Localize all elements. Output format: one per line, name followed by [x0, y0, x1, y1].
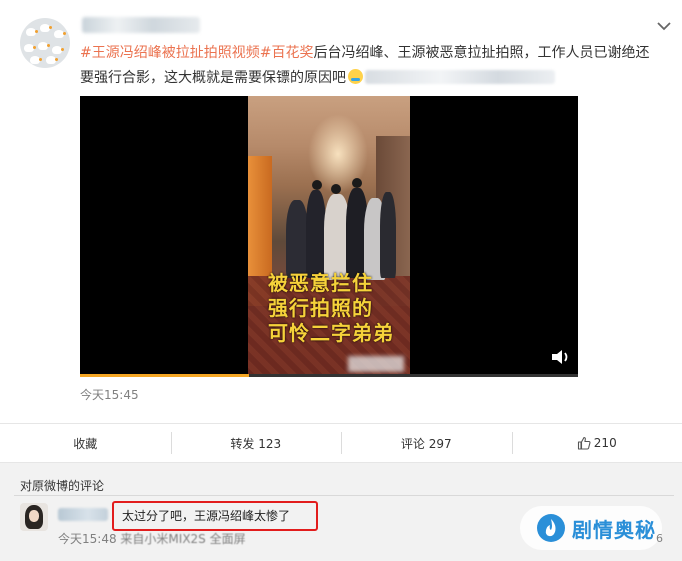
- crowd-scene: [276, 178, 396, 281]
- volume-icon[interactable]: [550, 348, 572, 366]
- commenter-name-redacted[interactable]: [58, 508, 108, 521]
- topic-link[interactable]: #王源冯绍峰被拉扯拍照视频#: [80, 45, 271, 61]
- like-button[interactable]: 210: [511, 424, 682, 462]
- video-caption: 被恶意拦住 强行拍照的 可怜二字弟弟: [268, 271, 394, 346]
- caption-line: 强行拍照的: [268, 296, 373, 320]
- username-redacted[interactable]: [82, 17, 200, 33]
- flame-logo-icon: [537, 514, 565, 542]
- user-avatar[interactable]: [20, 18, 70, 68]
- comment-section-title: 对原微博的评论: [20, 479, 105, 493]
- thumbs-up-icon: [577, 436, 591, 450]
- topic-link-2[interactable]: 百花奖: [271, 45, 313, 61]
- comment-text: 太过分了吧，王源冯绍峰太惨了: [122, 509, 291, 523]
- emoji-icon: [348, 69, 363, 84]
- chevron-down-icon[interactable]: [656, 20, 672, 32]
- watermark-text: 剧情奥秘: [572, 517, 656, 542]
- like-count: 210: [593, 436, 617, 450]
- comment-button[interactable]: 评论 297: [341, 424, 512, 462]
- weibo-post-card: #王源冯绍峰被拉扯拍照视频#百花奖后台冯绍峰、王源被恶意拉扯拍照，工作人员已谢绝…: [0, 0, 682, 463]
- comment-meta: 今天15:48 来自小米MIX2S 全面屏: [58, 530, 246, 547]
- caption-line: 被恶意拦住: [268, 271, 373, 295]
- commenter-avatar[interactable]: [20, 503, 48, 531]
- repost-label: 转发 123: [230, 436, 282, 451]
- post-body: #王源冯绍峰被拉扯拍照视频#百花奖后台冯绍峰、王源被恶意拉扯拍照，工作人员已谢绝…: [80, 41, 660, 91]
- watermark-tail: 6: [656, 532, 663, 545]
- action-bar: 收藏 转发 123 评论 297 210: [0, 423, 682, 462]
- collect-button[interactable]: 收藏: [0, 424, 171, 462]
- comment-label: 评论 297: [400, 436, 452, 451]
- comment-time: 今天15:48: [58, 532, 117, 546]
- video-player[interactable]: 被恶意拦住 强行拍照的 可怜二字弟弟: [80, 96, 578, 376]
- repost-button[interactable]: 转发 123: [170, 424, 342, 462]
- divider: [14, 495, 674, 496]
- comment-source: 来自小米MIX2S 全面屏: [120, 532, 246, 546]
- mention-redacted[interactable]: [365, 70, 555, 84]
- watermark-badge: 剧情奥秘: [520, 506, 662, 550]
- collect-label: 收藏: [73, 436, 98, 451]
- video-progress-fill: [80, 374, 250, 377]
- video-frame: 被恶意拦住 强行拍照的 可怜二字弟弟: [248, 96, 410, 376]
- post-timestamp[interactable]: 今天15:45: [80, 386, 139, 403]
- video-progress-bar[interactable]: [80, 374, 578, 377]
- video-watermark-redacted: [348, 356, 404, 372]
- caption-line: 可怜二字弟弟: [268, 321, 394, 345]
